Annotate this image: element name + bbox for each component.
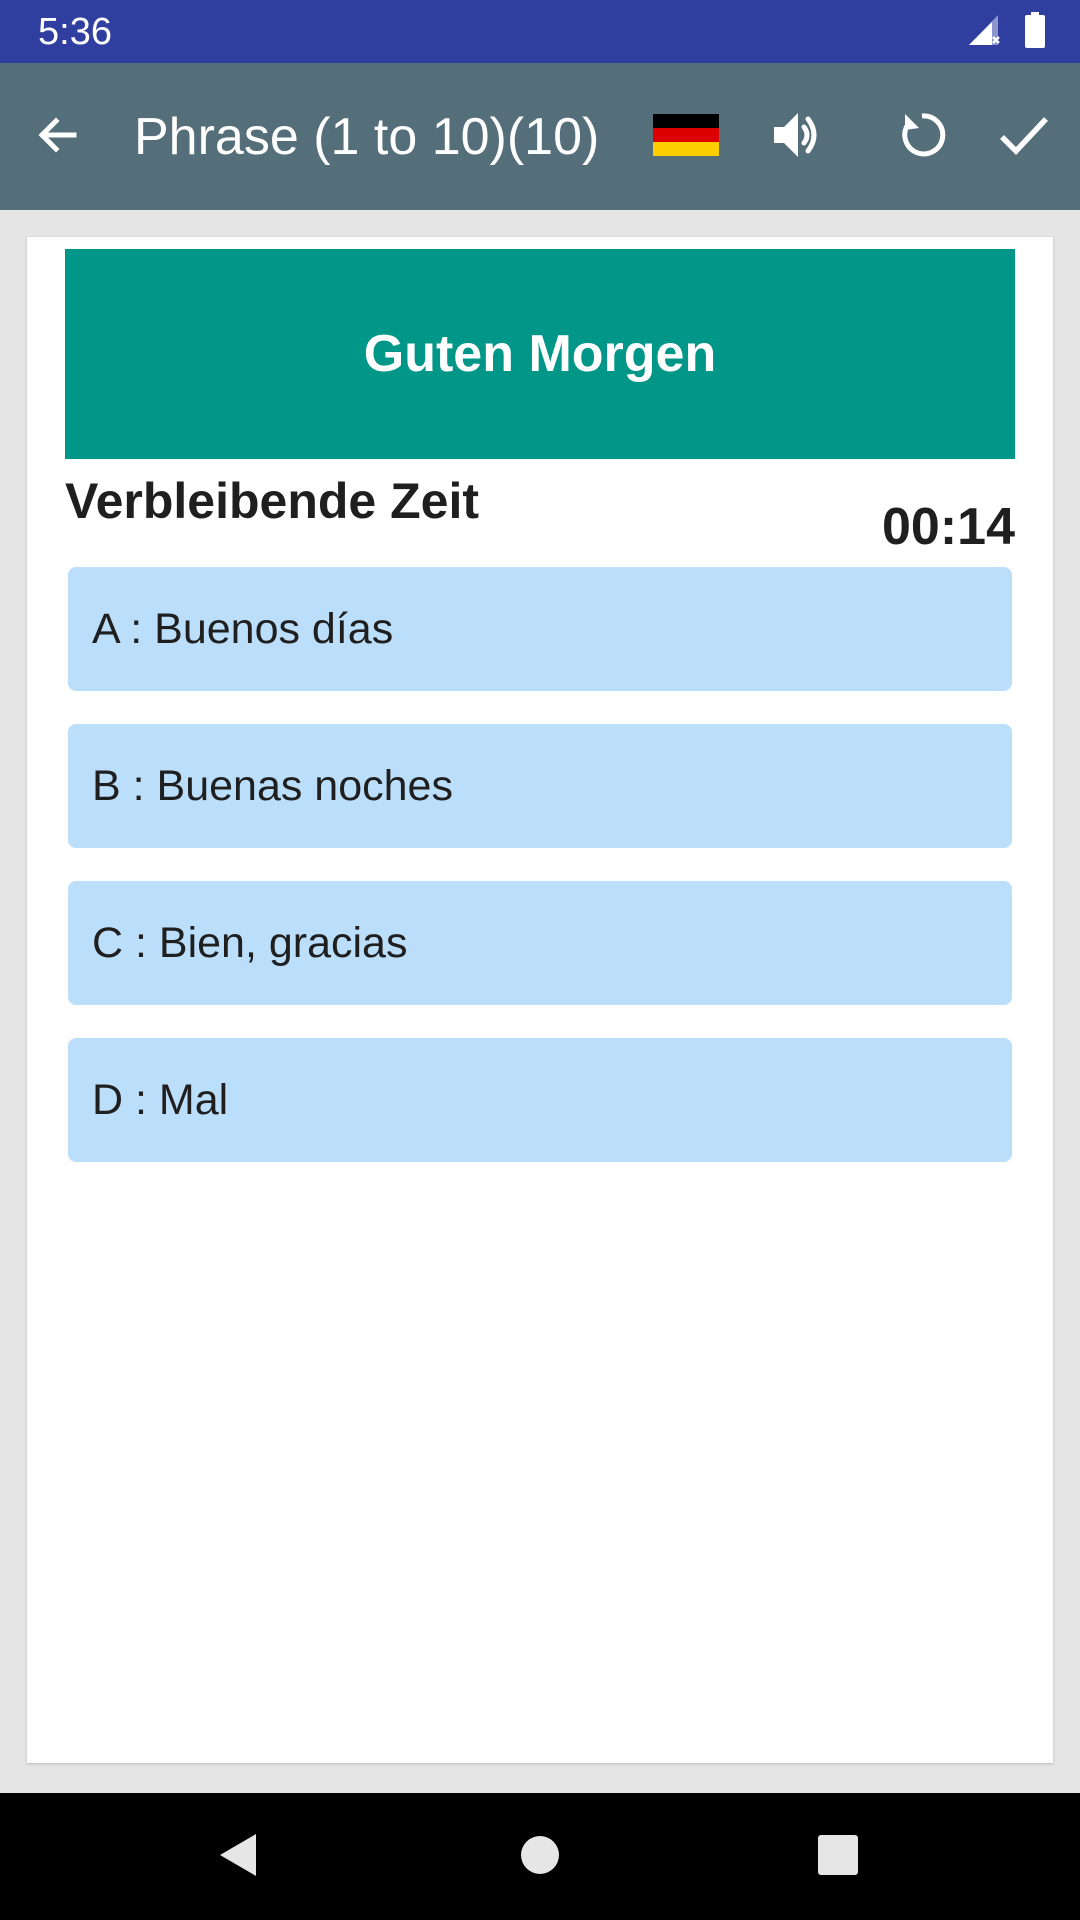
check-icon <box>996 107 1052 168</box>
arrow-back-icon <box>34 111 82 164</box>
nav-recents-icon <box>816 1833 860 1882</box>
check-button[interactable] <box>988 97 1060 177</box>
language-flag-button[interactable] <box>652 113 720 161</box>
timer: 00:14 <box>882 498 1015 556</box>
nav-home-icon <box>518 1833 562 1882</box>
question-word: Guten Morgen <box>65 249 1015 459</box>
volume-icon <box>770 107 826 168</box>
refresh-icon <box>895 108 949 167</box>
status-icons <box>966 11 1046 54</box>
answer-option-b[interactable]: B : Buenas noches <box>68 724 1012 848</box>
signal-icon <box>966 12 1002 53</box>
status-time: 5:36 <box>38 11 112 53</box>
battery-icon <box>1024 11 1046 54</box>
nav-back-button[interactable] <box>203 1821 275 1893</box>
status-bar: 5:36 <box>0 0 1080 63</box>
speak-button[interactable] <box>762 97 834 177</box>
back-button[interactable] <box>22 101 94 173</box>
refresh-button[interactable] <box>886 97 958 177</box>
system-nav-bar <box>0 1793 1080 1920</box>
quiz-card: Guten Morgen Verbleibende Zeit 00:14 A :… <box>27 237 1053 1763</box>
german-flag-icon <box>653 113 719 161</box>
app-bar: Phrase (1 to 10)(10) <box>0 63 1080 210</box>
page-title: Phrase (1 to 10)(10) <box>134 108 600 166</box>
nav-back-icon <box>214 1830 264 1885</box>
nav-home-button[interactable] <box>504 1821 576 1893</box>
answer-option-a[interactable]: A : Buenos días <box>68 567 1012 691</box>
remaining-time-label: Verbleibende Zeit <box>65 473 480 529</box>
answer-option-c[interactable]: C : Bien, gracias <box>68 881 1012 1005</box>
answer-option-d[interactable]: D : Mal <box>68 1038 1012 1162</box>
nav-recents-button[interactable] <box>802 1821 874 1893</box>
